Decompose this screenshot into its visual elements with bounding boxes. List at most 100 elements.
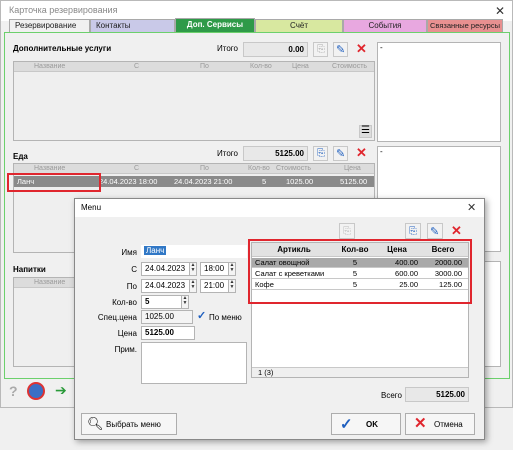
food-total-field: 5125.00 <box>243 146 308 161</box>
special-price-label: Спец.цена <box>97 313 137 322</box>
ok-button[interactable]: ✓ OK <box>331 413 401 435</box>
exit-icon[interactable]: ➔ <box>55 382 67 399</box>
tab-services[interactable]: Доп. Сервисы <box>175 18 255 32</box>
items-pager-bar: 1 (3) <box>252 367 468 377</box>
row-to: 24.04.2023 21:00 <box>174 177 233 186</box>
row-price: 5125.00 <box>340 177 368 186</box>
special-price-field[interactable]: 1025.00 <box>141 310 193 324</box>
help-icon[interactable]: ? <box>9 383 18 399</box>
edit-icon: ✎ <box>336 44 346 56</box>
delete-icon: ✕ <box>356 41 367 56</box>
col-name: Название <box>34 279 66 286</box>
row-from: 24.04.2023 18:00 <box>99 177 158 186</box>
services-total-label: Итого <box>217 44 238 53</box>
services-memo-text: - <box>380 43 383 52</box>
ok-label: OK <box>366 420 378 429</box>
food-total-label: Итого <box>217 149 238 158</box>
col-price: Цена <box>344 165 361 172</box>
services-grid-header: Название С По Кол-во Цена Стоимость <box>14 62 374 72</box>
from-time-spinner[interactable]: ▲ ▼ <box>228 262 236 276</box>
services-delete-button[interactable]: ✕ <box>355 41 369 57</box>
items-grid-highlight <box>248 239 472 304</box>
col-from: С <box>134 165 140 172</box>
to-date-spinner[interactable]: ▲ ▼ <box>189 279 197 293</box>
check-icon: ✓ <box>340 416 353 433</box>
to-label: По <box>126 282 137 291</box>
row-cost: 1025.00 <box>286 177 314 186</box>
select-menu-label: Выбрать меню <box>106 420 161 429</box>
tab-reservation[interactable]: Резервирование <box>9 19 90 32</box>
add-icon: ⎘ <box>409 226 417 237</box>
food-add-button[interactable]: ⎘ <box>313 146 328 161</box>
search-icon: 🔍︎ <box>87 416 104 431</box>
col-name: Название <box>34 63 66 70</box>
from-date-spinner[interactable]: ▲ ▼ <box>189 262 197 276</box>
col-from: С <box>134 63 140 70</box>
user-icon[interactable] <box>27 382 45 400</box>
menu-dialog: Menu ✕ ⎘ ⎘ ✎ ✕ Имя Ланч С 24.04.2023 ▲ ▼ … <box>74 198 485 440</box>
delete-icon: ✕ <box>451 223 462 238</box>
col-cost: Стоимость <box>276 165 312 172</box>
name-value: Ланч <box>144 246 167 255</box>
services-collapse-button[interactable]: ☰ <box>359 125 372 138</box>
col-cost: Стоимость <box>332 63 368 70</box>
menu-icon: ☰ <box>361 125 370 136</box>
add-icon: ⎘ <box>317 148 325 159</box>
services-memo[interactable]: - <box>377 42 501 142</box>
window-title: Карточка резервирования <box>9 5 118 15</box>
close-icon[interactable]: ✕ <box>495 4 505 18</box>
from-label: С <box>131 265 137 274</box>
col-qty: Кол-во <box>250 63 272 70</box>
services-grid[interactable]: Название С По Кол-во Цена Стоимость <box>13 61 375 141</box>
food-section-title: Еда <box>13 152 28 161</box>
food-row-highlight <box>7 173 101 192</box>
food-delete-button[interactable]: ✕ <box>355 145 369 161</box>
col-to: По <box>200 63 209 70</box>
cancel-icon: ✕ <box>414 415 427 432</box>
dialog-disabled-button[interactable]: ⎘ <box>339 223 355 239</box>
services-add-button[interactable]: ⎘ <box>313 42 328 57</box>
add-icon: ⎘ <box>317 44 325 55</box>
dialog-add-button[interactable]: ⎘ <box>405 223 421 239</box>
col-qty: Кол-во <box>248 165 270 172</box>
col-price: Цена <box>292 63 309 70</box>
check-icon[interactable]: ✓ <box>197 309 206 322</box>
dialog-total-field: 5125.00 <box>405 387 469 402</box>
window-titlebar: Карточка резервирования ✕ <box>1 1 512 21</box>
edit-icon: ✎ <box>336 148 346 160</box>
dialog-total-label: Всего <box>381 391 402 400</box>
services-edit-button[interactable]: ✎ <box>333 42 348 57</box>
qty-spinner[interactable]: ▲ ▼ <box>181 295 189 309</box>
tab-related-resources[interactable]: Связанные ресурсы <box>427 19 503 32</box>
dialog-title: Menu <box>81 203 102 212</box>
col-to: По <box>200 165 209 172</box>
dialog-delete-button[interactable]: ✕ <box>449 223 465 239</box>
name-field[interactable]: Ланч <box>141 245 247 258</box>
tab-invoice[interactable]: Счёт <box>255 19 343 32</box>
cancel-button[interactable]: ✕ Отмена <box>405 413 475 435</box>
name-label: Имя <box>121 248 137 257</box>
tab-bar: Резервирование Контакты Доп. Сервисы Счё… <box>9 18 503 32</box>
cancel-label: Отмена <box>434 420 463 429</box>
dialog-edit-button[interactable]: ✎ <box>427 223 443 239</box>
items-pager: 1 (3) <box>258 368 274 377</box>
row-qty: 5 <box>262 177 267 186</box>
tab-contacts[interactable]: Контакты <box>90 19 175 32</box>
qty-label: Кол-во <box>112 298 137 307</box>
price-field[interactable]: 5125.00 <box>141 326 195 340</box>
drinks-section-title: Напитки <box>13 265 46 274</box>
dialog-titlebar: Menu ✕ <box>75 199 484 217</box>
note-field[interactable] <box>141 342 247 384</box>
to-time-spinner[interactable]: ▲ ▼ <box>228 279 236 293</box>
tab-events[interactable]: События <box>343 19 427 32</box>
add-icon: ⎘ <box>343 226 351 237</box>
delete-icon: ✕ <box>356 145 367 160</box>
select-menu-button[interactable]: 🔍︎ Выбрать меню <box>81 413 177 435</box>
close-icon[interactable]: ✕ <box>467 201 476 214</box>
col-name: Название <box>34 165 66 172</box>
note-label: Прим. <box>114 345 137 354</box>
edit-icon: ✎ <box>430 226 440 238</box>
services-section-title: Дополнительные услуги <box>13 44 112 53</box>
food-edit-button[interactable]: ✎ <box>333 146 348 161</box>
by-menu-label: По меню <box>209 313 242 322</box>
